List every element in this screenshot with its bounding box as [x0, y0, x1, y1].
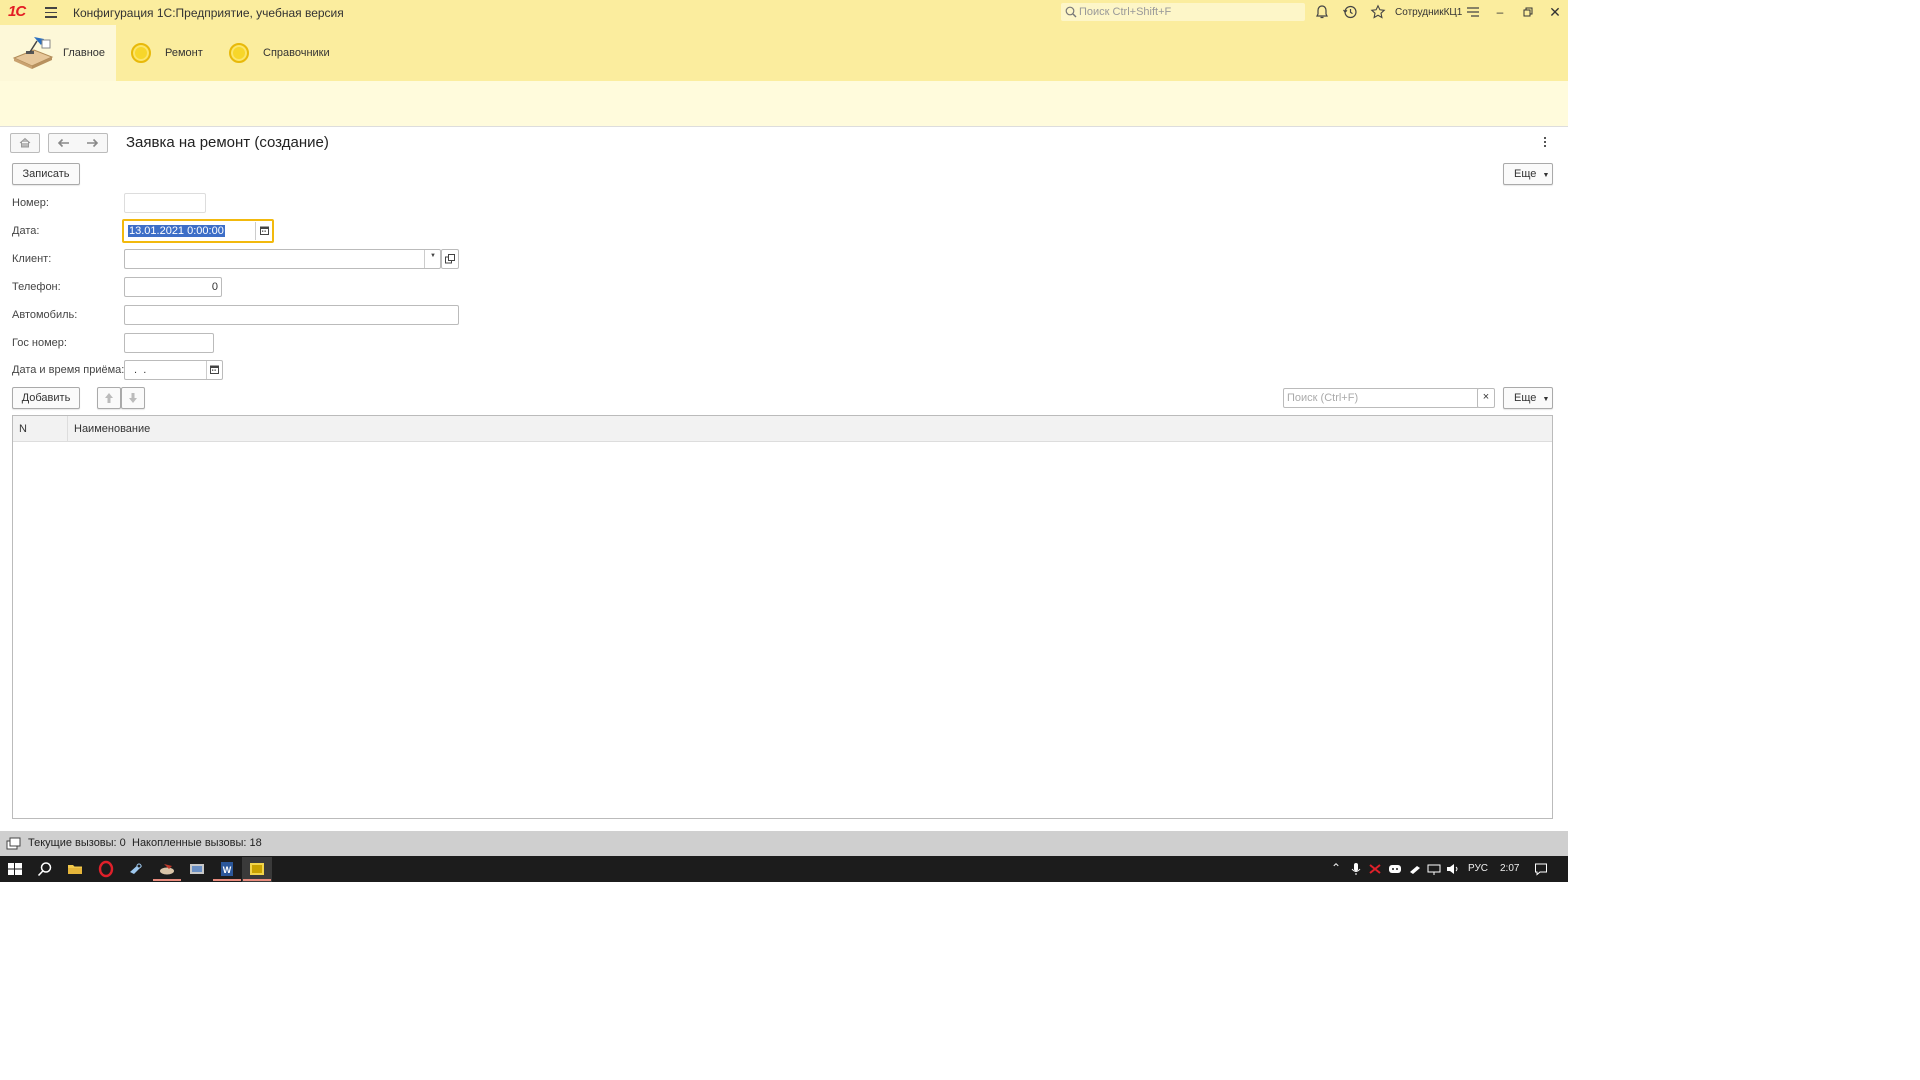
reception-label: Дата и время приёма:: [12, 364, 125, 376]
move-up-button[interactable]: [97, 387, 121, 409]
settings-menu-icon[interactable]: [1465, 4, 1481, 20]
home-icon: [19, 137, 31, 148]
plate-field[interactable]: [124, 333, 214, 353]
network-icon[interactable]: [1427, 862, 1441, 876]
minimize-button[interactable]: –: [1492, 4, 1508, 20]
word-icon[interactable]: W: [218, 860, 236, 878]
global-search-input[interactable]: Поиск Ctrl+Shift+F: [1061, 3, 1305, 21]
current-calls: Текущие вызовы: 0: [28, 837, 126, 849]
save-button[interactable]: Записать: [12, 163, 80, 185]
clear-search-button[interactable]: ×: [1477, 388, 1495, 408]
form-more-label: Еще: [1514, 168, 1537, 180]
column-divider: [67, 416, 68, 441]
history-icon[interactable]: [1342, 4, 1358, 20]
table-more-button[interactable]: Еще ▼: [1503, 387, 1553, 409]
back-arrow-icon[interactable]: [53, 135, 75, 151]
global-search-placeholder: Поиск Ctrl+Shift+F: [1079, 6, 1172, 18]
active-app-indicator: [243, 879, 271, 881]
chevron-down-icon: ▼: [1542, 396, 1550, 403]
section-repair[interactable]: Ремонт: [165, 47, 203, 59]
date-value: 13.01.2021 0:00:00: [128, 225, 225, 237]
section-catalogs[interactable]: Справочники: [263, 47, 330, 59]
file-explorer-icon[interactable]: [66, 860, 84, 878]
column-header-n[interactable]: N: [19, 423, 27, 435]
plate-label: Гос номер:: [12, 337, 67, 349]
number-label: Номер:: [12, 197, 49, 209]
calendar-icon[interactable]: [259, 225, 270, 236]
open-client-button[interactable]: [441, 249, 459, 269]
dropdown-arrow-icon[interactable]: ▼: [430, 253, 436, 259]
number-field: [124, 193, 206, 213]
desk-app-icon[interactable]: [158, 860, 176, 878]
active-app-indicator: [153, 879, 181, 881]
date-label: Дата:: [12, 225, 40, 237]
client-field[interactable]: ▼: [124, 249, 441, 269]
add-row-button[interactable]: Добавить: [12, 387, 80, 409]
accumulated-calls: Накопленные вызовы: 18: [132, 837, 262, 849]
chevron-down-icon: ▼: [1542, 172, 1550, 179]
discord-icon[interactable]: [1388, 862, 1402, 876]
search-icon: [1065, 6, 1077, 18]
main-menu-icon[interactable]: [45, 7, 57, 18]
app-title: Конфигурация 1С:Предприятие, учебная вер…: [73, 6, 344, 20]
opera-icon[interactable]: [97, 860, 115, 878]
home-button[interactable]: [10, 133, 40, 153]
windows-start-icon[interactable]: [6, 860, 24, 878]
phone-field[interactable]: 0: [124, 277, 222, 297]
move-down-button[interactable]: [121, 387, 145, 409]
svg-text:W: W: [223, 865, 232, 875]
arrow-down-icon: [129, 393, 137, 403]
open-form-icon: [445, 254, 455, 264]
user-name[interactable]: СотрудникКЦ1: [1395, 7, 1462, 18]
close-button[interactable]: ✕: [1547, 4, 1563, 20]
tray-expand-icon[interactable]: ⌃: [1331, 861, 1341, 875]
windows-list-icon[interactable]: [6, 837, 22, 851]
nav-history-buttons: [48, 133, 108, 153]
reception-field[interactable]: . .: [124, 360, 223, 380]
items-table[interactable]: [12, 415, 1553, 819]
form-menu-icon[interactable]: [1544, 137, 1548, 149]
forward-arrow-icon[interactable]: [81, 135, 103, 151]
car-field[interactable]: [124, 305, 459, 325]
steam-tray-icon[interactable]: [1408, 862, 1422, 876]
language-indicator[interactable]: РУС: [1468, 863, 1488, 874]
date-field[interactable]: 13.01.2021 0:00:00: [122, 219, 274, 243]
client-label: Клиент:: [12, 253, 52, 265]
section-main[interactable]: Главное: [63, 47, 105, 59]
favorites-star-icon[interactable]: [1370, 4, 1386, 20]
arrow-up-icon: [105, 393, 113, 403]
table-more-label: Еще: [1514, 392, 1537, 404]
form-title: Заявка на ремонт (создание): [126, 134, 329, 151]
table-search-input[interactable]: Поиск (Ctrl+F): [1283, 388, 1479, 408]
phone-label: Телефон:: [12, 281, 61, 293]
clock[interactable]: 2:07: [1500, 863, 1519, 874]
configurator-icon[interactable]: [188, 860, 206, 878]
search-icon[interactable]: [36, 860, 54, 878]
table-search-placeholder: Поиск (Ctrl+F): [1287, 392, 1359, 404]
active-app-indicator: [213, 879, 241, 881]
column-header-name[interactable]: Наименование: [74, 423, 150, 435]
form-more-button[interactable]: Еще ▼: [1503, 163, 1553, 185]
game-bar-icon[interactable]: [1368, 862, 1382, 876]
1c-enterprise-icon[interactable]: [248, 860, 266, 878]
bell-icon[interactable]: [1314, 4, 1330, 20]
notification-center-icon[interactable]: [1534, 862, 1548, 876]
repair-section-icon[interactable]: [131, 43, 151, 63]
steam-icon[interactable]: [127, 860, 145, 878]
volume-icon[interactable]: [1446, 862, 1460, 876]
car-label: Автомобиль:: [12, 309, 78, 321]
catalogs-section-icon[interactable]: [229, 43, 249, 63]
calendar-icon[interactable]: [209, 364, 220, 375]
table-header: [13, 416, 1552, 442]
desk-lamp-icon: [12, 37, 54, 69]
microphone-icon[interactable]: [1350, 862, 1362, 876]
1c-logo[interactable]: 1С: [8, 3, 36, 21]
restore-icon[interactable]: [1520, 4, 1536, 20]
function-panel: [0, 81, 1568, 127]
reception-value: . .: [131, 364, 147, 376]
